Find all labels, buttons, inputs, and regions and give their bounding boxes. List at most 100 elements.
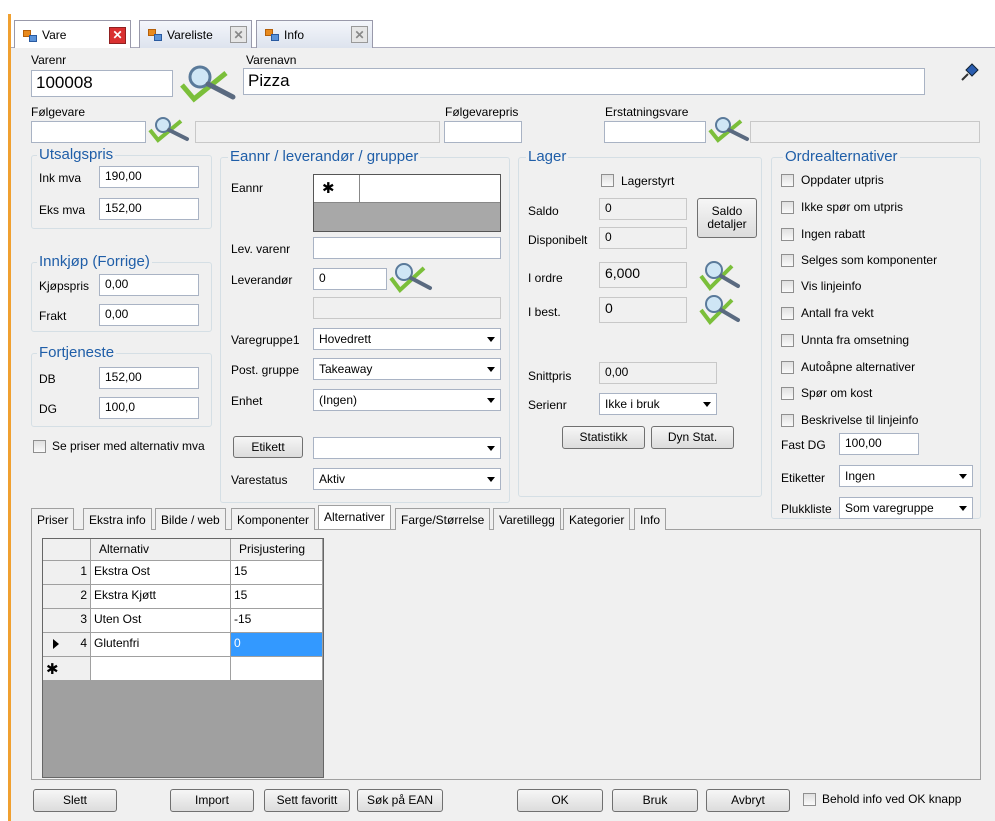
tab-vare[interactable]: Vare ✕ [14,20,131,49]
tab-info[interactable]: Info ✕ [256,20,373,48]
ink-mva-input[interactable]: 190,00 [99,166,199,188]
lev-varenr-input[interactable] [313,237,501,259]
option-checkbox[interactable] [781,254,794,267]
option-checkbox[interactable] [781,201,794,214]
leverandor-input[interactable]: 0 [313,268,387,290]
db-input[interactable]: 152,00 [99,367,199,389]
lagerstyrt-label: Lagerstyrt [621,174,675,188]
close-tab-icon[interactable]: ✕ [230,26,247,43]
cell-alternativ[interactable]: Ekstra Ost [91,561,231,585]
sok-pa-ean-button[interactable]: Søk på EAN [357,789,443,812]
option-checkbox[interactable] [781,361,794,374]
statistikk-button[interactable]: Statistikk [562,426,645,449]
folgevarepris-input[interactable] [444,121,522,143]
alt-mva-checkbox[interactable] [33,440,46,453]
sett-favoritt-button[interactable]: Sett favoritt [264,789,350,812]
tab-vareliste[interactable]: Vareliste ✕ [139,20,252,48]
search-icon[interactable] [147,115,193,143]
cell-alternativ[interactable]: Uten Ost [91,609,231,633]
serienr-value: Ikke i bruk [605,397,660,411]
cell-alternativ[interactable]: Glutenfri [91,633,231,657]
cell-prisjustering-selected[interactable]: 0 [231,633,323,657]
lagerstyrt-checkbox[interactable] [601,174,614,187]
eks-mva-input[interactable]: 152,00 [99,198,199,220]
option-checkbox[interactable] [781,334,794,347]
etikett-select[interactable] [313,437,501,459]
new-row-marker: ✱ [43,657,91,681]
saldo-label: Saldo [528,204,559,218]
pin-icon[interactable] [958,60,982,84]
etikett-button[interactable]: Etikett [233,436,303,458]
tab-ekstra-info[interactable]: Ekstra info [83,508,152,530]
tab-bilde-web[interactable]: Bilde / web [155,508,226,530]
search-icon[interactable] [698,258,742,292]
grid-corner [43,539,91,561]
option-checkbox[interactable] [781,174,794,187]
option-checkbox[interactable] [781,228,794,241]
cell-prisjustering-new[interactable] [231,657,323,681]
search-icon[interactable] [388,260,434,294]
cell-prisjustering[interactable]: 15 [231,561,323,585]
varestatus-value: Aktiv [319,472,346,486]
folgevare-input[interactable] [31,121,146,143]
etiketter-select[interactable]: Ingen [839,465,973,487]
slett-button[interactable]: Slett [33,789,117,812]
plukkliste-select[interactable]: Som varegruppe [839,497,973,519]
tab-komponenter[interactable]: Komponenter [231,508,316,530]
tab-info-inner[interactable]: Info [634,508,667,530]
import-button[interactable]: Import [170,789,254,812]
option-checkbox[interactable] [781,387,794,400]
kjopspris-input[interactable]: 0,00 [99,274,199,296]
varenr-input[interactable]: 100008 [31,70,173,97]
bruk-button[interactable]: Bruk [612,789,698,812]
tab-farge-storrelse[interactable]: Farge/Størrelse [395,508,491,530]
alternativer-grid[interactable]: Alternativ Prisjustering 1 Ekstra Ost 15… [42,538,324,778]
erstatningsvare-input[interactable] [604,121,706,143]
ink-mva-label: Ink mva [39,171,82,185]
varegruppe-select[interactable]: Hovedrett [313,328,501,350]
option-checkbox[interactable] [781,414,794,427]
dg-input[interactable]: 100,0 [99,397,199,419]
behold-info-checkbox[interactable] [803,793,816,806]
varegruppe-label: Varegruppe1 [231,333,300,347]
postgruppe-label: Post. gruppe [231,363,300,377]
chevron-down-icon [487,337,495,342]
eannr-new-row-cell[interactable] [360,175,500,203]
tab-alternativer[interactable]: Alternativer [318,505,391,529]
search-icon[interactable] [698,292,742,326]
option-checkbox[interactable] [781,307,794,320]
cell-alternativ[interactable]: Ekstra Kjøtt [91,585,231,609]
grid-header-prisjustering[interactable]: Prisjustering [231,539,323,561]
ok-button[interactable]: OK [517,789,603,812]
close-tab-icon[interactable]: ✕ [109,26,126,44]
tab-varetillegg[interactable]: Varetillegg [493,508,561,530]
option-checkbox[interactable] [781,280,794,293]
close-tab-icon[interactable]: ✕ [351,26,368,43]
postgruppe-select[interactable]: Takeaway [313,358,501,380]
search-icon[interactable] [178,63,240,103]
cell-alternativ-new[interactable] [91,657,231,681]
tab-kategorier[interactable]: Kategorier [563,508,631,530]
option-label: Beskrivelse til linjeinfo [801,413,919,427]
dyn-stat-button[interactable]: Dyn Stat. [651,426,734,449]
varenavn-input[interactable]: Pizza [243,68,925,95]
avbryt-button[interactable]: Avbryt [706,789,790,812]
enhet-select[interactable]: (Ingen) [313,389,501,411]
lager-title: Lager [526,148,569,165]
snittpris-field: 0,00 [599,362,717,384]
cell-prisjustering[interactable]: 15 [231,585,323,609]
tab-priser[interactable]: Priser [31,508,75,530]
fast-dg-input[interactable]: 100,00 [839,433,919,455]
varestatus-select[interactable]: Aktiv [313,468,501,490]
innkjop-title: Innkjøp (Forrige) [37,253,152,270]
serienr-select[interactable]: Ikke i bruk [599,393,717,415]
eannr-group-title: Eannr / leverandør / grupper [228,148,421,165]
cell-prisjustering[interactable]: -15 [231,609,323,633]
search-icon[interactable] [707,115,753,143]
form-icon [23,29,37,42]
grid-header-alternativ[interactable]: Alternativ [91,539,231,561]
saldo-detaljer-button[interactable]: Saldo detaljer [697,198,757,238]
frakt-input[interactable]: 0,00 [99,304,199,326]
enhet-value: (Ingen) [319,393,358,407]
eannr-grid[interactable]: ✱ [313,174,501,232]
